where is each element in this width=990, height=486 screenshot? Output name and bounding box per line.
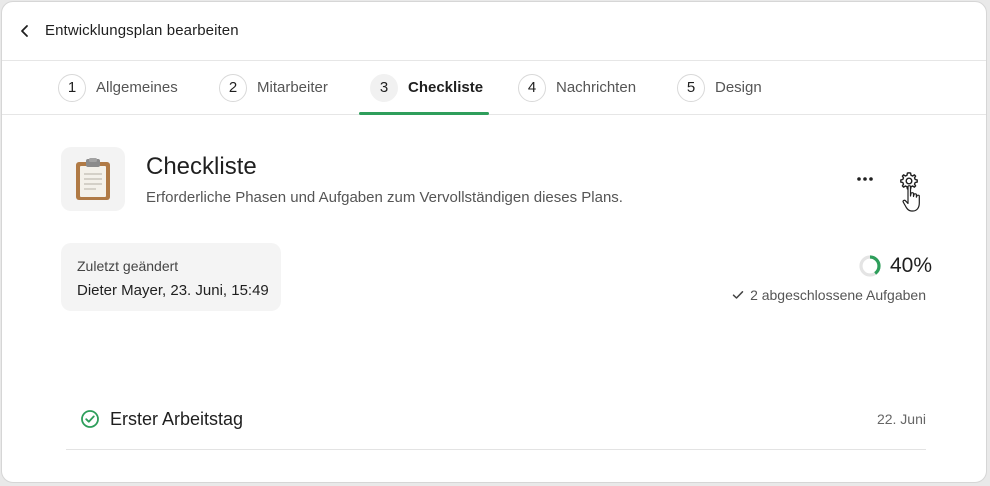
tab-label: Allgemeines: [96, 79, 178, 96]
progress-ring-icon: [859, 255, 881, 277]
hand-pointer-icon: [902, 185, 920, 212]
tab-number: 1: [58, 73, 86, 102]
phase-date: 22. Juni: [876, 411, 926, 427]
tab-number: 4: [518, 73, 546, 102]
phase-title: Erster Arbeitstag: [110, 409, 244, 429]
tab-checkliste[interactable]: 3 Checkliste: [370, 61, 483, 114]
progress-indicator: 40%: [858, 254, 932, 278]
chevron-left-icon: [21, 25, 28, 37]
tab-number: 2: [219, 73, 247, 102]
tab-number: 5: [677, 73, 705, 102]
completed-tasks: 2 abgeschlossene Aufgaben: [732, 287, 926, 303]
section-title: Checkliste: [146, 153, 257, 180]
clipboard-icon: [76, 158, 110, 200]
section-icon-box: [61, 147, 125, 211]
tab-allgemeines[interactable]: 1 Allgemeines: [58, 61, 178, 114]
tab-design[interactable]: 5 Design: [677, 61, 762, 114]
tab-nachrichten[interactable]: 4 Nachrichten: [518, 61, 636, 114]
active-tab-indicator: [359, 112, 489, 115]
check-icon: [732, 290, 744, 300]
page-title: Entwicklungsplan bearbeiten: [45, 22, 239, 39]
step-tabs: 1 Allgemeines 2 Mitarbeiter 3 Checkliste…: [2, 61, 986, 115]
tab-label: Mitarbeiter: [257, 79, 328, 96]
tab-mitarbeiter[interactable]: 2 Mitarbeiter: [219, 61, 328, 114]
app-window: Entwicklungsplan bearbeiten 1 Allgemeine…: [1, 1, 987, 483]
tab-label: Nachrichten: [556, 79, 637, 96]
tab-label: Design: [715, 79, 762, 96]
more-options-button[interactable]: [852, 169, 878, 189]
tab-label: Checkliste: [408, 79, 484, 96]
check-circle-icon: [81, 410, 99, 428]
back-button[interactable]: [14, 20, 36, 42]
tab-number: 3: [370, 73, 398, 102]
last-changed-label: Zuletzt geändert: [77, 258, 179, 274]
header-bar: Entwicklungsplan bearbeiten: [2, 2, 986, 61]
section-subtitle: Erforderliche Phasen und Aufgaben zum Ve…: [146, 189, 623, 206]
phase-row[interactable]: Erster Arbeitstag 22. Juni: [66, 394, 926, 450]
completed-tasks-label: 2 abgeschlossene Aufgaben: [750, 287, 926, 303]
last-changed-value: Dieter Mayer, 23. Juni, 15:49: [77, 282, 269, 299]
progress-percent: 40%: [890, 254, 933, 277]
more-horizontal-icon: [857, 177, 873, 181]
last-changed-card: Zuletzt geändert Dieter Mayer, 23. Juni,…: [61, 243, 281, 311]
